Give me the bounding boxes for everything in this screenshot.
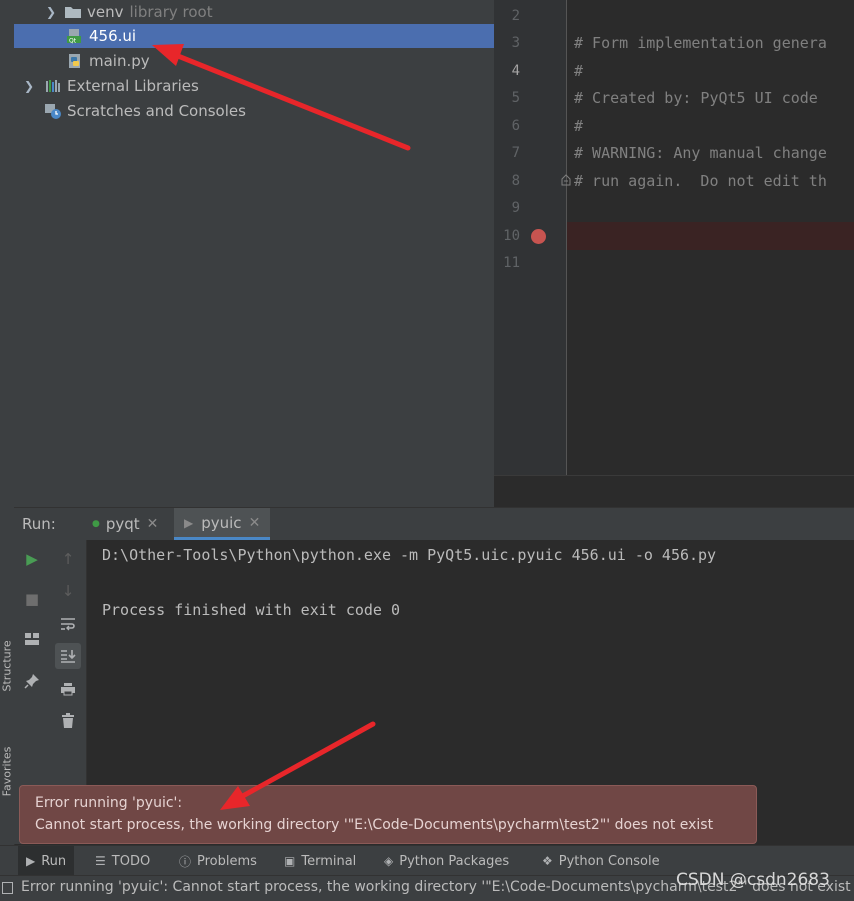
run-tool-window-header: Run: ● pyqt ✕ ▶ pyuic ✕ xyxy=(14,507,854,541)
run-tab-pyqt[interactable]: ● pyqt ✕ xyxy=(86,508,164,540)
editor-horizontal-scrollbar[interactable] xyxy=(494,475,854,508)
code-line: # Form implementation genera xyxy=(574,34,827,52)
qt-file-icon: Qt xyxy=(67,29,81,45)
line-number: 5 xyxy=(511,90,520,106)
run-panel-title: Run: xyxy=(22,515,56,533)
tool-tab-python-packages[interactable]: ◈ Python Packages xyxy=(384,846,509,876)
tree-item-venv[interactable]: ❯ venv library root xyxy=(14,0,494,24)
close-icon[interactable]: ✕ xyxy=(147,516,159,532)
tool-tab-label: Run xyxy=(41,853,67,869)
code-line: # Created by: PyQt5 UI code xyxy=(574,89,818,107)
line-number: 10 xyxy=(503,228,520,244)
trash-icon[interactable] xyxy=(55,708,81,734)
run-icon: ▶ xyxy=(26,854,36,868)
error-title: Error running 'pyuic': xyxy=(35,795,183,811)
tool-tab-label: Problems xyxy=(197,853,257,869)
run-status-dot-icon: ● xyxy=(92,519,100,529)
tool-tab-label: TODO xyxy=(111,853,151,869)
breakpoint-line-highlight xyxy=(567,222,854,250)
left-tool-strip: Structure Favorites xyxy=(0,0,15,900)
tree-item-label: venv xyxy=(87,3,124,21)
run-config-icon: ▶ xyxy=(184,515,194,530)
tool-tab-todo[interactable]: ☰ TODO xyxy=(95,846,150,876)
library-root-label: library root xyxy=(129,3,213,21)
tree-item-label: Scratches and Consoles xyxy=(67,102,246,120)
library-icon xyxy=(46,80,60,92)
arrow-down-icon[interactable]: ↓ xyxy=(55,578,81,604)
tool-tab-problems[interactable]: ⓘ Problems xyxy=(179,846,257,876)
line-number: 7 xyxy=(511,145,520,161)
line-number: 11 xyxy=(503,255,520,271)
run-tab-label: pyqt xyxy=(105,515,140,533)
console-command-line: D:\Other-Tools\Python\python.exe -m PyQt… xyxy=(102,546,717,564)
stop-icon[interactable]: ■ xyxy=(19,586,45,612)
code-line: # xyxy=(574,117,584,135)
scroll-to-end-icon[interactable] xyxy=(55,643,81,669)
tree-item-external-libraries[interactable]: ❯ External Libraries xyxy=(14,74,494,98)
line-number-gutter: 2 3 4 5 6 7 8 9 10 11 xyxy=(494,0,571,475)
project-tree: ❯ venv library root Qt 456.ui main.py ❯ xyxy=(14,0,494,507)
chevron-right-icon[interactable]: ❯ xyxy=(22,79,36,93)
tool-tab-label: Terminal xyxy=(301,853,357,869)
code-editor[interactable]: 2 3 4 5 6 7 8 9 10 11 # Form implementat… xyxy=(494,0,854,508)
line-number: 8 xyxy=(511,173,520,189)
chevron-right-icon[interactable]: ❯ xyxy=(44,5,58,19)
rerun-icon[interactable]: ▶ xyxy=(19,546,45,572)
tree-item-label: 456.ui xyxy=(89,27,137,45)
arrow-up-icon[interactable]: ↑ xyxy=(55,546,81,572)
python-console-icon: ❖ xyxy=(542,854,553,868)
error-notification-balloon[interactable]: Error running 'pyuic': Cannot start proc… xyxy=(19,785,757,844)
scratches-icon xyxy=(45,104,61,119)
python-file-icon xyxy=(69,54,80,68)
line-number-current: 4 xyxy=(511,63,520,79)
code-line: # WARNING: Any manual change xyxy=(574,144,827,162)
tool-tab-label: Python Console xyxy=(558,853,660,869)
print-icon[interactable] xyxy=(55,676,81,702)
line-number: 3 xyxy=(511,35,520,51)
tree-item-label: main.py xyxy=(89,52,150,70)
breakpoint-icon[interactable] xyxy=(531,229,546,244)
tool-tab-python-console[interactable]: ❖ Python Console xyxy=(542,846,660,876)
problems-icon: ⓘ xyxy=(179,854,192,869)
code-line: # run again. Do not edit th xyxy=(574,172,827,190)
run-tab-label: pyuic xyxy=(201,513,242,532)
watermark: CSDN @csdn2683 xyxy=(676,870,830,890)
soft-wrap-icon[interactable] xyxy=(55,611,81,637)
console-exit-line: Process finished with exit code 0 xyxy=(102,601,401,619)
run-tab-pyuic[interactable]: ▶ pyuic ✕ xyxy=(174,508,271,540)
line-number: 6 xyxy=(511,118,520,134)
pin-icon[interactable] xyxy=(19,668,45,694)
tree-item-label: External Libraries xyxy=(67,77,199,95)
tree-item-456-ui[interactable]: Qt 456.ui xyxy=(14,24,494,48)
svg-text:Qt: Qt xyxy=(69,38,77,45)
packages-icon: ◈ xyxy=(384,854,394,868)
layout-icon[interactable] xyxy=(19,626,45,652)
terminal-icon: ▣ xyxy=(284,854,296,868)
fold-icon[interactable] xyxy=(560,173,572,187)
tool-windows-icon[interactable] xyxy=(2,882,13,894)
error-message: Cannot start process, the working direct… xyxy=(35,817,714,833)
tool-tab-run[interactable]: ▶ Run xyxy=(18,846,75,876)
tree-item-main-py[interactable]: main.py xyxy=(14,49,494,73)
todo-icon: ☰ xyxy=(95,854,106,868)
code-line: # xyxy=(574,62,584,80)
tree-item-scratches[interactable]: Scratches and Consoles xyxy=(14,99,494,123)
folder-icon xyxy=(65,7,81,18)
close-icon[interactable]: ✕ xyxy=(249,515,261,531)
favorites-tab[interactable]: Favorites xyxy=(1,747,14,797)
tool-tab-label: Python Packages xyxy=(399,853,510,869)
structure-tab[interactable]: Structure xyxy=(1,640,14,691)
line-number: 9 xyxy=(511,200,520,216)
line-number: 2 xyxy=(511,8,520,24)
tool-tab-terminal[interactable]: ▣ Terminal xyxy=(284,846,356,876)
